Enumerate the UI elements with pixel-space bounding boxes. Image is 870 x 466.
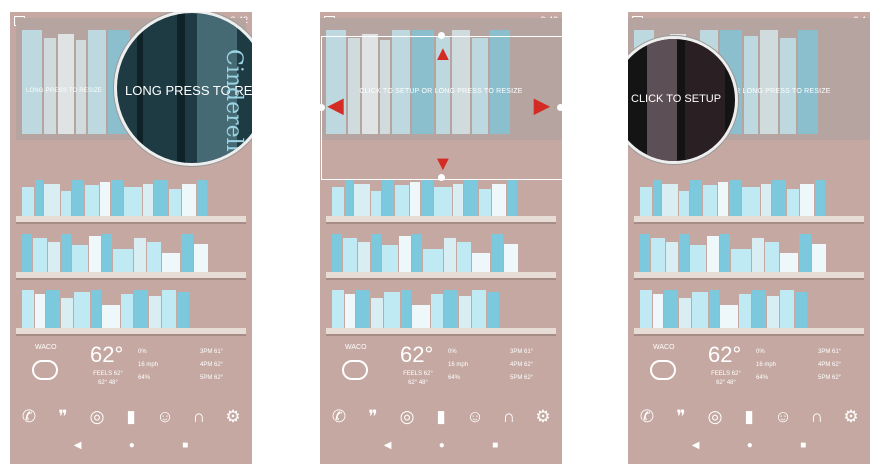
app-dock: ✆ ❞ ◎ ▮ ☺ ∩ ⚙ (18, 407, 244, 427)
nav-bar: ◀ ● ■ (10, 440, 252, 451)
weather-widget[interactable]: WACO 62° FEELS 62° 62° 48° 0% 16 mph 64%… (10, 342, 252, 402)
recents-button[interactable]: ■ (492, 440, 498, 451)
weather-precip: 0% (756, 349, 765, 355)
forecast-4pm: 4PM 62° (510, 362, 534, 368)
chrome-icon[interactable]: ◎ (86, 407, 108, 427)
chrome-icon[interactable]: ◎ (396, 407, 418, 427)
forecast-3pm: 3PM 61° (510, 349, 534, 355)
weather-hilo: 62° 48° (408, 380, 428, 386)
magnifier-overlay: CLICK TO SETUP (628, 36, 738, 164)
back-button[interactable]: ◀ (74, 440, 82, 451)
forecast-4pm: 4PM 62° (200, 362, 224, 368)
phone-icon[interactable]: ✆ (328, 407, 350, 427)
home-button[interactable]: ● (747, 440, 753, 451)
cloud-icon (32, 360, 58, 380)
weather-city: WACO (35, 344, 57, 351)
books-icon[interactable]: ▮ (120, 407, 142, 427)
phone-icon[interactable]: ✆ (636, 407, 658, 427)
magnifier-book-title: Cinderella (221, 49, 246, 165)
headphones-icon[interactable]: ∩ (806, 407, 828, 427)
app-dock: ✆ ❞ ◎ ▮ ☺ ∩ ⚙ (636, 407, 862, 427)
home-button[interactable]: ● (129, 440, 135, 451)
cloud-icon (650, 360, 676, 380)
weather-wind: 16 mph (756, 362, 777, 368)
cloud-icon (342, 360, 368, 380)
weather-humidity: 64% (138, 375, 151, 381)
hangouts-icon[interactable]: ❞ (670, 407, 692, 427)
phone-screen-3: 2:4 CLICK TO SETUP OR LONG PRESS TO RESI… (628, 12, 870, 464)
books-icon[interactable]: ▮ (738, 407, 760, 427)
weather-city: WACO (653, 344, 675, 351)
phone-icon[interactable]: ✆ (18, 407, 40, 427)
weather-precip: 0% (448, 349, 457, 355)
weather-widget[interactable]: WACO 62° FEELS 62° 62° 48° 0% 16 mph 64%… (628, 342, 870, 402)
phone-screen-1: 2:42 LONG PRESS TO RESIZE (10, 12, 252, 464)
nav-bar: ◀ ● ■ (628, 440, 870, 451)
back-button[interactable]: ◀ (384, 440, 392, 451)
resize-handle-right[interactable] (557, 104, 562, 111)
weather-temp: 62° (90, 342, 124, 367)
weather-temp: 62° (400, 342, 434, 367)
weather-feels: FEELS 62° (93, 371, 123, 377)
recents-button[interactable]: ■ (800, 440, 806, 451)
weather-widget[interactable]: WACO 62° FEELS 62° 62° 48° 0% 16 mph 64%… (320, 342, 562, 402)
forecast-5pm: 5PM 62° (510, 375, 534, 381)
settings-icon[interactable]: ⚙ (222, 407, 244, 427)
weather-humidity: 64% (448, 375, 461, 381)
forecast-5pm: 5PM 62° (200, 375, 224, 381)
minion-icon[interactable]: ☺ (464, 407, 486, 427)
phone-screen-2: 2:42 CLICK TO SETUP OR LONG PRESS TO RES… (320, 12, 562, 464)
weather-temp: 62° (708, 342, 742, 367)
forecast-5pm: 5PM 62° (818, 375, 842, 381)
hangouts-icon[interactable]: ❞ (362, 407, 384, 427)
weather-city: WACO (345, 344, 367, 351)
weather-wind: 16 mph (448, 362, 469, 368)
magnifier-text: CLICK TO SETUP (631, 93, 722, 105)
app-dock: ✆ ❞ ◎ ▮ ☺ ∩ ⚙ (328, 407, 554, 427)
weather-precip: 0% (138, 349, 147, 355)
forecast-3pm: 3PM 61° (818, 349, 842, 355)
chrome-icon[interactable]: ◎ (704, 407, 726, 427)
forecast-4pm: 4PM 62° (818, 362, 842, 368)
weather-wind: 16 mph (138, 362, 159, 368)
weather-feels: FEELS 62° (711, 371, 741, 377)
home-button[interactable]: ● (439, 440, 445, 451)
weather-hilo: 62° 48° (98, 380, 118, 386)
minion-icon[interactable]: ☺ (772, 407, 794, 427)
bookshelf-wallpaper (326, 34, 556, 336)
weather-humidity: 64% (756, 375, 769, 381)
recents-button[interactable]: ■ (182, 440, 188, 451)
forecast-3pm: 3PM 61° (200, 349, 224, 355)
hangouts-icon[interactable]: ❞ (52, 407, 74, 427)
back-button[interactable]: ◀ (692, 440, 700, 451)
weather-hilo: 62° 48° (716, 380, 736, 386)
settings-icon[interactable]: ⚙ (532, 407, 554, 427)
nav-bar: ◀ ● ■ (320, 440, 562, 451)
minion-icon[interactable]: ☺ (154, 407, 176, 427)
books-icon[interactable]: ▮ (430, 407, 452, 427)
settings-icon[interactable]: ⚙ (840, 407, 862, 427)
headphones-icon[interactable]: ∩ (498, 407, 520, 427)
weather-feels: FEELS 62° (403, 371, 433, 377)
headphones-icon[interactable]: ∩ (188, 407, 210, 427)
